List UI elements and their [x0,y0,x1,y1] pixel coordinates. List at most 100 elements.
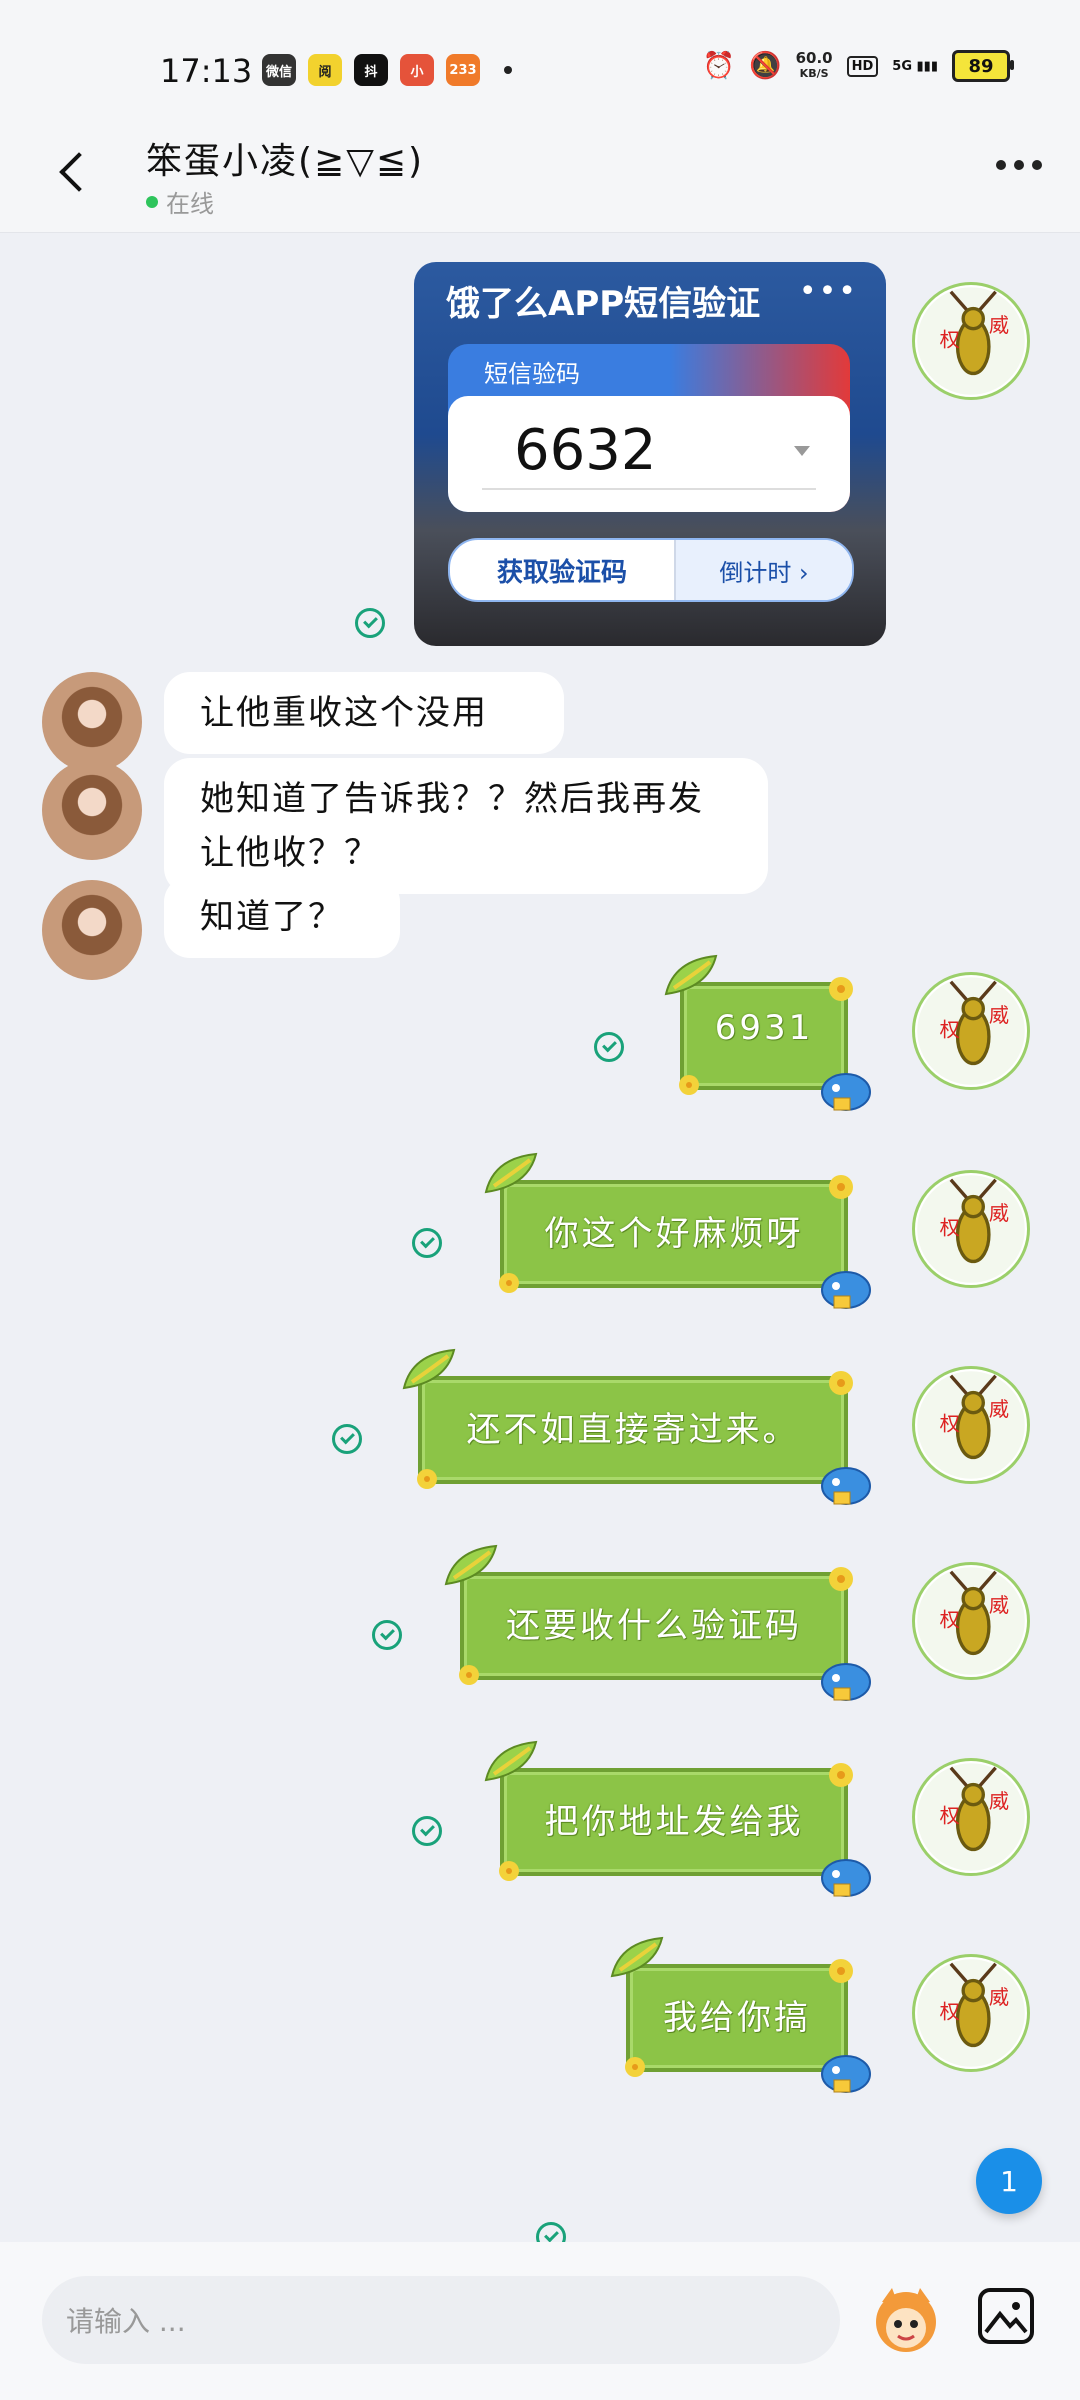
peer-message-bubble[interactable]: 她知道了告诉我？？然后我再发让他收？？ [164,758,768,894]
svg-text:威: 威 [989,313,1009,337]
my-avatar[interactable]: 权威 [912,1366,1030,1484]
sticker-message[interactable]: 我给你搞 [610,1936,871,2093]
hd-icon: HD [846,55,879,77]
flower-icon [679,1075,699,1095]
input-bar: 请输入 ... [0,2242,1080,2400]
reader-app-icon: 阅 [308,54,342,86]
contact-name[interactable]: 笨蛋小凌(≧▽≦) [146,132,424,184]
status-bar: 17:13 微信 阅 抖 小 233 ⏰ 🔕 60.0 KB/S HD 5G ▮… [0,0,1080,120]
svg-text:威: 威 [989,1593,1009,1617]
chat-header: 笨蛋小凌(≧▽≦) 在线 [0,120,1080,233]
more-notifications-dot [504,66,512,74]
sticker-message[interactable]: 6931 [664,954,871,1111]
flower-icon [829,977,853,1001]
app-icon: 小 [400,54,434,86]
svg-text:威: 威 [989,1789,1009,1813]
read-check-icon [332,1424,362,1454]
my-avatar[interactable]: 权威 [912,1170,1030,1288]
image-message[interactable]: 饿了么APP短信验证 ••• 短信验码 6632 获取验证码 倒计时 › [414,262,886,646]
more-options-button[interactable] [996,160,1042,170]
wechat-icon: 微信 [262,54,296,86]
peer-message-bubble[interactable]: 让他重收这个没用 [164,672,564,754]
svg-text:威: 威 [989,1003,1009,1027]
battery-icon: 89 [952,50,1014,82]
read-check-icon [536,2222,566,2242]
read-check-icon [412,1228,442,1258]
svg-text:权: 权 [940,1018,960,1042]
message-list[interactable]: 饿了么APP短信验证 ••• 短信验码 6632 获取验证码 倒计时 › 权威 … [0,232,1080,2242]
flower-icon [829,1371,853,1395]
leaf-icon [484,1740,538,1782]
sms-code: 6632 [514,418,657,483]
peer-avatar[interactable] [42,672,142,772]
peer-avatar[interactable] [42,760,142,860]
message-input[interactable]: 请输入 ... [42,2276,840,2364]
image-icon [984,2302,1028,2334]
unread-count-badge[interactable]: 1 [976,2148,1042,2214]
dot-icon [1014,160,1024,170]
flower-icon [625,2057,645,2077]
leaf-icon [664,954,718,996]
sticker-message[interactable]: 你这个好麻烦呀 [484,1152,871,1309]
peer-avatar[interactable] [42,880,142,980]
status-time: 17:13 [160,52,253,90]
peer-message-bubble[interactable]: 知道了？ [164,876,400,958]
card-menu-icon: ••• [798,274,858,309]
svg-text:权: 权 [940,2000,960,2024]
notification-icons: 微信 阅 抖 小 233 [262,54,512,86]
blue-fish-icon [821,1467,871,1505]
svg-text:权: 权 [940,1412,960,1436]
code-panel: 短信验码 6632 [448,344,850,512]
svg-text:威: 威 [989,1397,1009,1421]
blue-fish-icon [821,2055,871,2093]
online-status: 在线 [146,184,214,219]
svg-text:权: 权 [940,1608,960,1632]
image-picker-button[interactable] [978,2288,1034,2344]
mute-icon: 🔕 [749,51,782,81]
card-title: 饿了么APP短信验证 [446,284,761,324]
status-indicators: ⏰ 🔕 60.0 KB/S HD 5G ▮▮▮ 89 [702,49,1014,82]
flower-icon [459,1665,479,1685]
dot-icon [1032,160,1042,170]
douyin-icon: 抖 [354,54,388,86]
read-check-icon [355,608,385,638]
sticker-message[interactable]: 把你地址发给我 [484,1740,871,1897]
sticker-message[interactable]: 还不如直接寄过来。 [402,1348,871,1505]
233-app-icon: 233 [446,54,480,86]
flower-icon [499,1861,519,1881]
signal-icon: 5G ▮▮▮ [892,58,938,74]
read-check-icon [594,1032,624,1062]
alarm-icon: ⏰ [702,51,736,81]
leaf-icon [444,1544,498,1586]
caret-down-icon [794,446,810,456]
my-avatar[interactable]: 权威 [912,972,1030,1090]
emoji-sticker-button[interactable] [868,2282,944,2358]
leaf-icon [610,1936,664,1978]
flower-icon [829,1763,853,1787]
back-button[interactable] [44,142,104,202]
my-avatar[interactable]: 权威 [912,1758,1030,1876]
svg-text:权: 权 [940,1804,960,1828]
dot-icon [996,160,1006,170]
get-code-button: 获取验证码 [450,540,676,600]
online-dot-icon [146,195,158,208]
flower-icon [499,1273,519,1293]
sticker-message[interactable]: 还要收什么验证码 [444,1544,871,1701]
blue-fish-icon [821,1859,871,1897]
my-avatar[interactable]: 权威 [912,1562,1030,1680]
svg-text:威: 威 [989,1985,1009,2009]
my-avatar[interactable]: 权威 [912,282,1030,400]
blue-fish-icon [821,1271,871,1309]
read-check-icon [372,1620,402,1650]
my-avatar[interactable]: 权威 [912,1954,1030,2072]
svg-text:权: 权 [940,1216,960,1240]
network-speed: 60.0 KB/S [795,49,833,81]
chevron-left-icon [59,152,99,192]
leaf-icon [402,1348,456,1390]
flower-icon [417,1469,437,1489]
flower-icon [829,1959,853,1983]
read-check-icon [412,1816,442,1846]
flower-icon [829,1567,853,1591]
svg-text:威: 威 [989,1201,1009,1225]
svg-text:权: 权 [940,328,960,352]
